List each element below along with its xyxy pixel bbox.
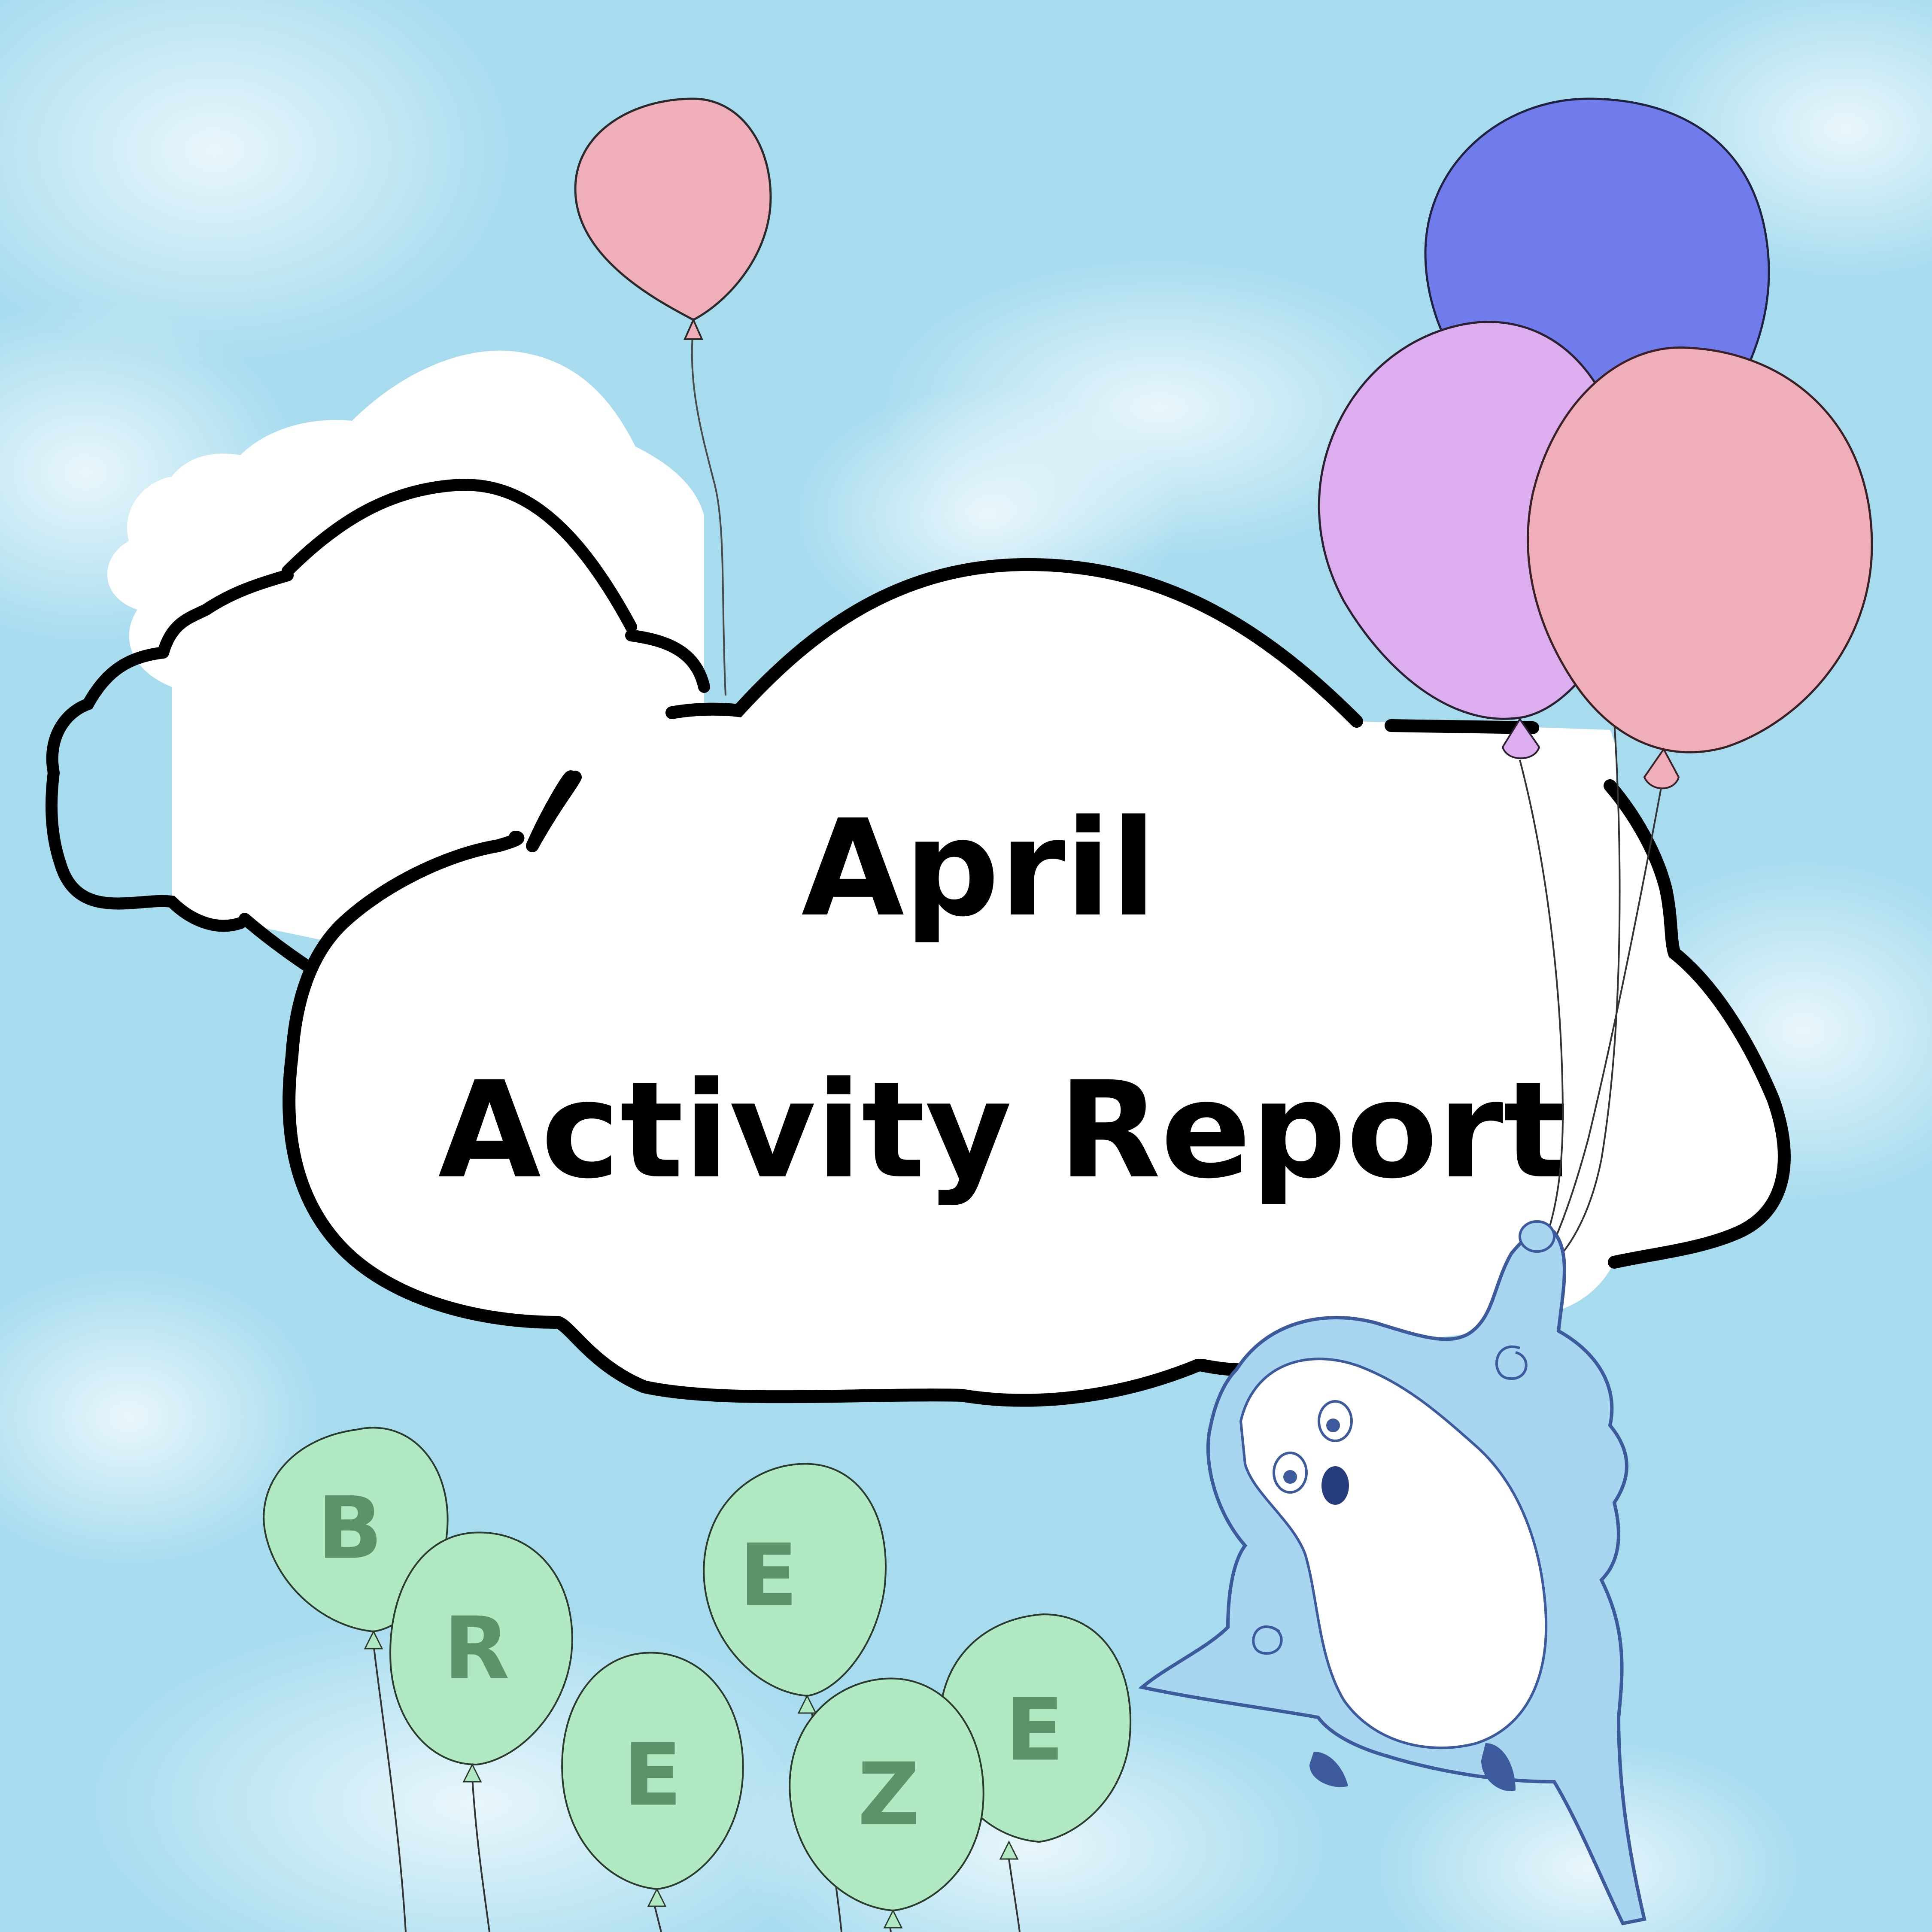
title-line-1: April	[801, 791, 1156, 946]
letter-e-3: E	[1005, 1680, 1064, 1780]
letter-z: Z	[857, 1745, 920, 1845]
activity-report-cover: April Activity Report B R E E E Z	[0, 0, 1932, 1932]
letter-e-2: E	[623, 1725, 682, 1826]
letter-b: B	[317, 1479, 383, 1579]
letter-e-1: E	[739, 1526, 798, 1626]
letter-r: R	[444, 1599, 510, 1699]
title-line-2: Activity Report	[438, 1053, 1567, 1208]
cover-illustration: April Activity Report B R E E E Z	[0, 0, 1932, 1932]
